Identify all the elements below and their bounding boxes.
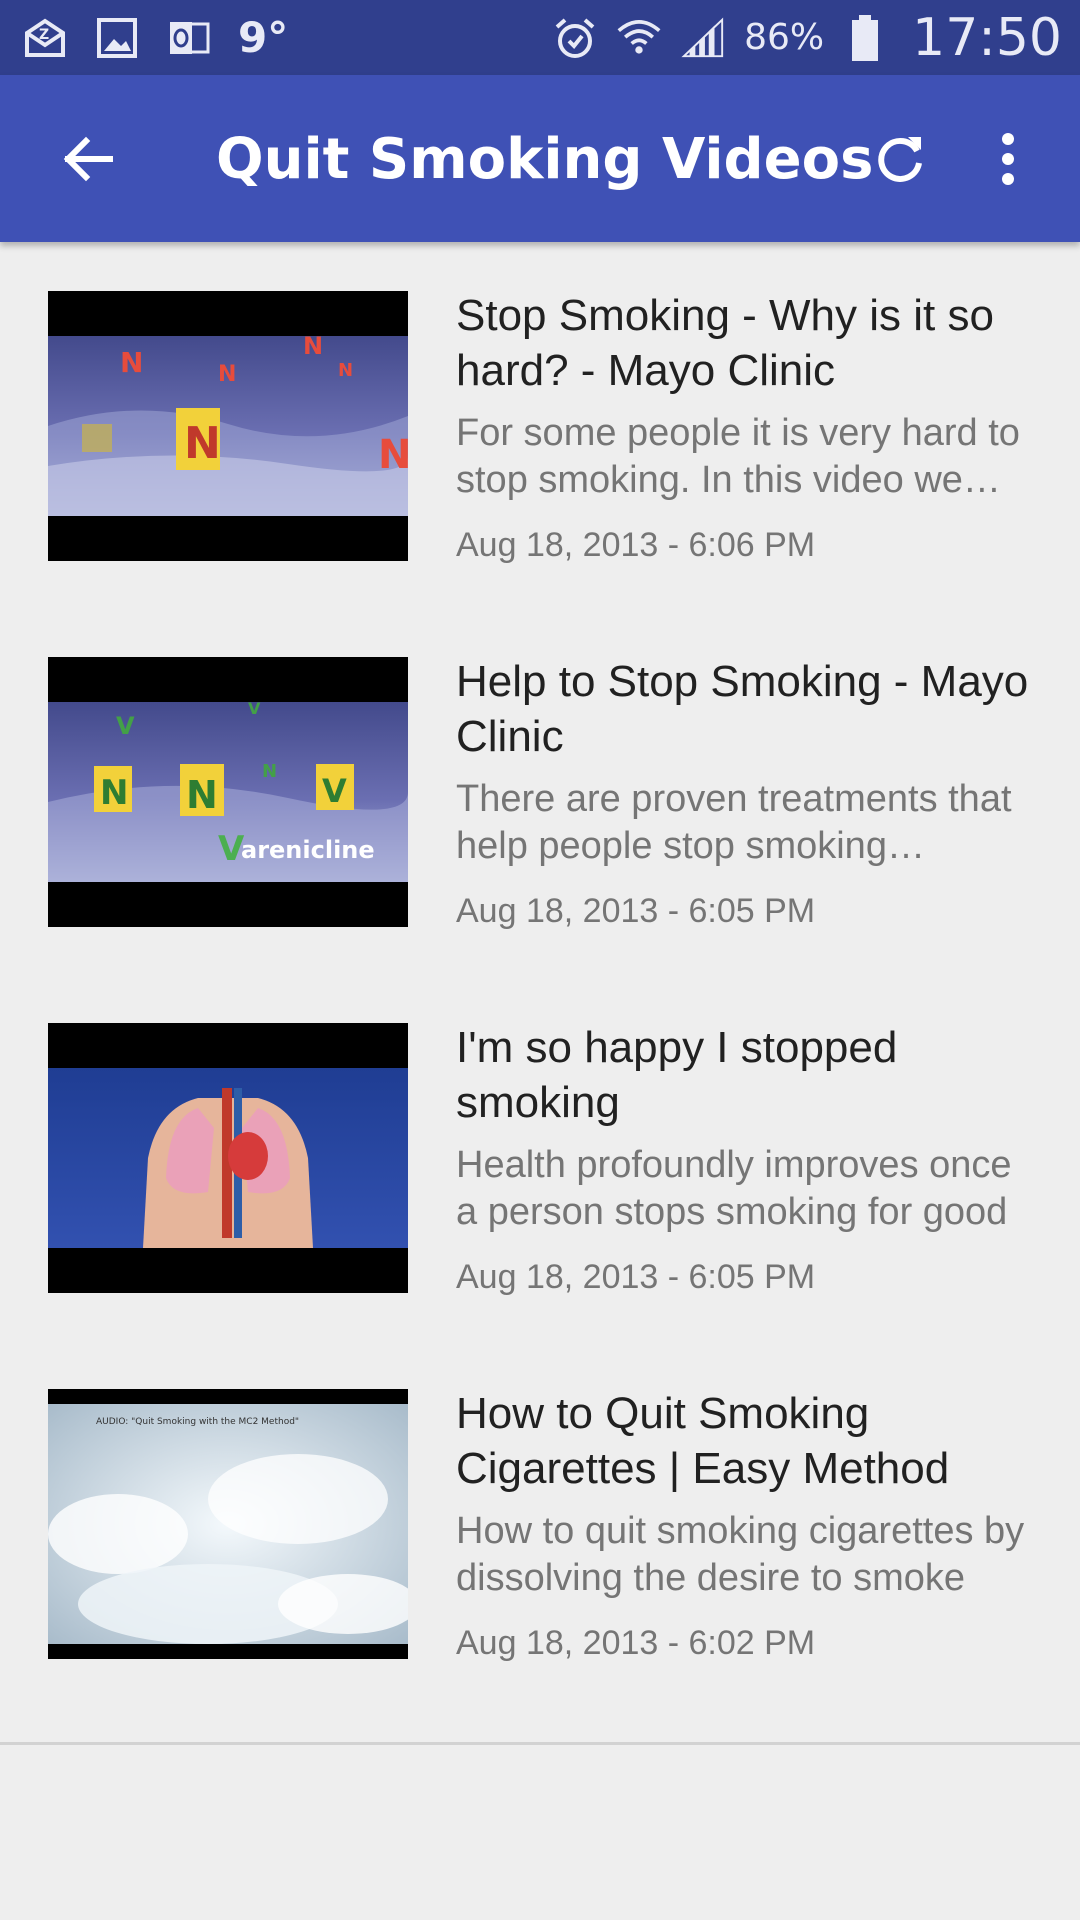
list-divider [0,1742,1080,1745]
svg-text:arenicline: arenicline [241,836,375,864]
svg-text:V: V [116,712,135,740]
list-item[interactable]: N N N N N N Stop Smoking - Why is it so … [0,242,1080,608]
svg-text:N: N [338,360,353,381]
varenicline-thumbnail: N N V V V N V arenicline [48,702,408,882]
refresh-icon [878,137,922,182]
signal-icon [680,15,726,61]
svg-text:V: V [322,772,347,810]
outlook-icon [166,15,212,61]
svg-text:Z: Z [39,27,49,43]
battery-percent: 86% [744,17,825,58]
temperature: 9° [238,13,289,62]
video-description: Health profoundly improves once a person… [456,1144,1012,1233]
page-title: Quit Smoking Videos [216,127,874,192]
svg-text:N: N [218,362,236,387]
email-icon: Z [22,15,68,61]
video-title: How to Quit Smoking Cigarettes | Easy Me… [456,1389,950,1493]
svg-text:N: N [303,336,323,360]
svg-text:N: N [262,761,277,782]
refresh-button[interactable] [864,123,936,195]
svg-text:N: N [184,418,221,469]
list-item[interactable]: N N V V V N V arenicline Help to Stop Sm… [0,608,1080,974]
alarm-icon [552,15,598,61]
clouds-thumbnail: AUDIO: "Quit Smoking with the MC2 Method… [48,1404,408,1644]
svg-text:N: N [100,773,128,813]
back-button[interactable] [52,123,124,195]
video-date: Aug 18, 2013 - 6:05 PM [456,1258,816,1296]
overflow-menu-button[interactable] [972,123,1044,195]
video-title: Stop Smoking - Why is it so hard? - Mayo… [456,291,994,395]
video-thumbnail [48,1023,408,1293]
video-date: Aug 18, 2013 - 6:02 PM [456,1624,816,1662]
nicotine-receptors-thumbnail: N N N N N N [48,336,408,516]
video-date: Aug 18, 2013 - 6:05 PM [456,892,816,930]
video-description: For some people it is very hard to stop … [456,412,1020,501]
more-vert-icon [1002,133,1014,185]
list-item[interactable]: AUDIO: "Quit Smoking with the MC2 Method… [0,1340,1080,1706]
video-thumbnail: N N N N N N [48,291,408,561]
video-title: I'm so happy I stopped smoking [456,1023,898,1127]
app-bar: Quit Smoking Videos [0,75,1080,242]
list-item[interactable]: I'm so happy I stopped smoking Health pr… [0,974,1080,1340]
video-thumbnail: N N V V V N V arenicline [48,657,408,927]
thumbnail-caption: AUDIO: "Quit Smoking with the MC2 Method… [96,1417,299,1427]
clock: 17:50 [912,7,1062,68]
video-description: How to quit smoking cigarettes by dissol… [456,1510,1025,1599]
video-description: There are proven treatments that help pe… [456,778,1012,867]
svg-text:N: N [120,346,143,379]
wifi-icon [616,15,662,61]
svg-text:V: V [248,702,261,718]
video-thumbnail: AUDIO: "Quit Smoking with the MC2 Method… [48,1389,408,1659]
status-bar-system: 86% 17:50 [552,0,1062,75]
video-date: Aug 18, 2013 - 6:06 PM [456,526,816,564]
lungs-heart-thumbnail [48,1068,408,1248]
battery-icon [842,14,888,61]
video-title: Help to Stop Smoking - Mayo Clinic [456,657,1029,761]
arrow-back-icon [63,136,113,182]
status-bar-notifications: Z 9° [22,0,288,75]
gallery-icon [94,15,140,61]
svg-text:N: N [378,432,408,478]
svg-text:N: N [186,773,218,817]
status-bar: Z 9° 86% 17:50 [0,0,1080,75]
